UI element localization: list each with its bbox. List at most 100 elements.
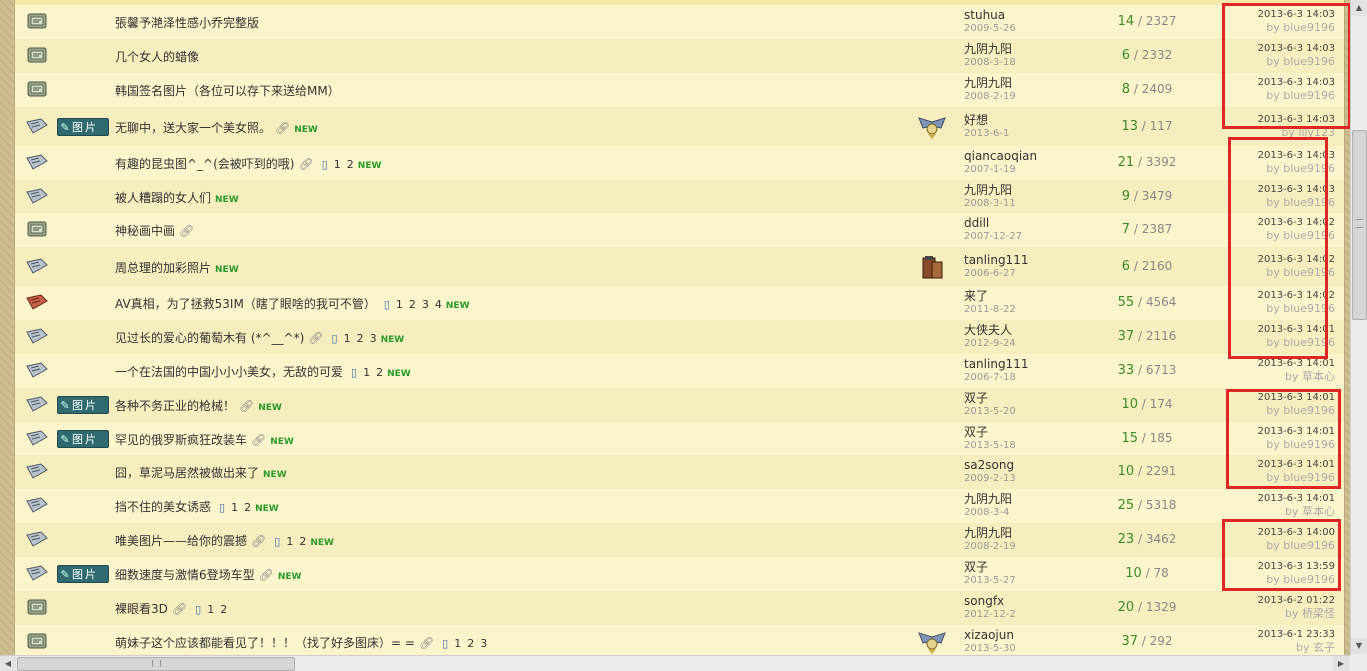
page-link[interactable]: 1	[344, 332, 351, 345]
last-poster-link[interactable]: blue9196	[1283, 266, 1335, 279]
table-row[interactable]: 囧，草泥马居然被做出来了 NEW sa2song 2009-2-13 10 / 2291…	[15, 455, 1344, 490]
thread-title-link[interactable]: 无聊中，送大家一个美女照。	[115, 121, 271, 135]
last-post-time[interactable]: 2013-6-2 01:22	[1215, 594, 1335, 607]
last-post-time[interactable]: 2013-6-3 14:03	[1215, 113, 1335, 126]
author-link[interactable]: 九阴九阳	[964, 492, 1012, 506]
last-post-time[interactable]: 2013-6-3 13:59	[1215, 560, 1335, 573]
last-poster-link[interactable]: blue9196	[1283, 196, 1335, 209]
last-poster-link[interactable]: lily123	[1298, 126, 1335, 139]
vertical-scroll-thumb[interactable]	[1352, 130, 1367, 320]
scroll-down-arrow-icon[interactable]: ▼	[1351, 638, 1367, 654]
thread-title-link[interactable]: 被人糟蹋的女人们	[115, 191, 211, 205]
page-link[interactable]: 2	[244, 501, 251, 514]
scroll-up-arrow-icon[interactable]: ▲	[1351, 0, 1367, 16]
table-row[interactable]: ✎ 图片 各种不务正业的枪械！ 🔗︎ NEW 双子 2013-5-20 10 / 174 201…	[15, 388, 1344, 423]
last-poster-link[interactable]: blue9196	[1283, 21, 1335, 34]
last-post-time[interactable]: 2013-6-3 14:03	[1215, 149, 1335, 162]
last-poster-link[interactable]: 玄子	[1313, 641, 1335, 654]
author-link[interactable]: tanling111	[964, 357, 1028, 371]
author-link[interactable]: ddill	[964, 216, 1022, 230]
table-row[interactable]: 一个在法国的中国小小小美女，无敌的可爱 ▯ 1 2 NEW tanling111 2006-…	[15, 354, 1344, 389]
page-link[interactable]: 1	[334, 158, 341, 171]
table-row[interactable]: ✎ 图片 无聊中，送大家一个美女照。 🔗︎ NEW 好想 2013-6-1 13 / 117 2…	[15, 107, 1344, 147]
last-post-time[interactable]: 2013-6-3 14:02	[1215, 216, 1335, 229]
last-poster-link[interactable]: 草本心	[1302, 370, 1335, 383]
thread-title-link[interactable]: 囧，草泥马居然被做出来了	[115, 466, 259, 480]
author-link[interactable]: xizaojun	[964, 628, 1016, 642]
author-link[interactable]: sa2song	[964, 458, 1016, 472]
thread-title-link[interactable]: 韩国签名图片（各位可以存下来送给MM）	[115, 84, 340, 98]
last-post-time[interactable]: 2013-6-3 14:02	[1215, 289, 1335, 302]
table-row[interactable]: 裸眼看3D 🔗︎ ▯ 1 2 songfx 2012-12-2 20 / 1329 2013-6…	[15, 591, 1344, 626]
last-poster-link[interactable]: 桥梁怪	[1302, 607, 1335, 620]
page-link[interactable]: 4	[435, 298, 442, 311]
thread-title-link[interactable]: 張馨予滟泽性感小乔完整版	[115, 16, 259, 30]
thread-title-link[interactable]: 见过长的爱心的葡萄木有 (*^__^*)	[115, 331, 304, 345]
table-row[interactable]: ✎ 图片 罕见的俄罗斯疯狂改装车 🔗︎ NEW 双子 2013-5-18 15 / 185 20…	[15, 422, 1344, 456]
last-post-time[interactable]: 2013-6-3 14:00	[1215, 526, 1335, 539]
table-row[interactable]: ✎ 图片 细数速度与激情6登场车型 🔗︎ NEW 双子 2013-5-27 10 / 78 20…	[15, 557, 1344, 592]
page-link[interactable]: 2	[467, 637, 474, 650]
page-link[interactable]: 1	[363, 366, 370, 379]
page-link[interactable]: 2	[347, 158, 354, 171]
last-poster-link[interactable]: blue9196	[1283, 404, 1335, 417]
page-link[interactable]: 1	[207, 603, 214, 616]
thread-title-link[interactable]: 周总理的加彩照片	[115, 261, 211, 275]
image-category-badge[interactable]: ✎ 图片	[57, 430, 109, 448]
thread-title-link[interactable]: 有趣的昆虫图^_^(会被吓到的哦)	[115, 157, 294, 171]
last-post-time[interactable]: 2013-6-3 14:03	[1215, 183, 1335, 196]
last-post-time[interactable]: 2013-6-3 14:03	[1215, 42, 1335, 55]
last-poster-link[interactable]: blue9196	[1283, 336, 1335, 349]
author-link[interactable]: 双子	[964, 391, 1016, 405]
horizontal-scrollbar[interactable]: ◀ ▶	[0, 655, 1350, 671]
table-row[interactable]: 挡不住的美女诱惑 ▯ 1 2 NEW 九阴九阳 2008-3-4 25 / 5318 2013-…	[15, 489, 1344, 524]
last-poster-link[interactable]: 草本心	[1302, 505, 1335, 518]
author-link[interactable]: 九阴九阳	[964, 183, 1016, 197]
last-post-time[interactable]: 2013-6-3 14:03	[1215, 76, 1335, 89]
last-poster-link[interactable]: blue9196	[1283, 89, 1335, 102]
image-category-badge[interactable]: ✎ 图片	[57, 396, 109, 414]
image-category-badge[interactable]: ✎ 图片	[57, 565, 109, 583]
last-poster-link[interactable]: blue9196	[1283, 229, 1335, 242]
author-link[interactable]: 九阴九阳	[964, 42, 1016, 56]
last-poster-link[interactable]: blue9196	[1283, 438, 1335, 451]
table-row[interactable]: 唯美图片——给你的震撼 🔗︎ ▯ 1 2 NEW 九阴九阳 2008-2-19 23 / 346…	[15, 523, 1344, 558]
author-link[interactable]: stuhua	[964, 8, 1016, 22]
author-link[interactable]: 双子	[964, 425, 1016, 439]
last-post-time[interactable]: 2013-6-3 14:01	[1215, 357, 1335, 370]
last-post-time[interactable]: 2013-6-1 23:33	[1215, 628, 1335, 641]
author-link[interactable]: qiancaoqian	[964, 149, 1037, 163]
horizontal-scroll-thumb[interactable]	[17, 657, 295, 671]
table-row[interactable]: 周总理的加彩照片 NEW tanling111 2006-6-27 6 / 2160 20…	[15, 247, 1344, 287]
page-link[interactable]: 1	[396, 298, 403, 311]
page-link[interactable]: 2	[357, 332, 364, 345]
thread-title-link[interactable]: 细数速度与激情6登场车型	[115, 568, 255, 582]
last-poster-link[interactable]: blue9196	[1283, 162, 1335, 175]
author-link[interactable]: 九阴九阳	[964, 526, 1016, 540]
page-link[interactable]: 3	[422, 298, 429, 311]
last-post-time[interactable]: 2013-6-3 14:01	[1215, 492, 1335, 505]
page-link[interactable]: 2	[376, 366, 383, 379]
author-link[interactable]: 大侠夫人	[964, 323, 1016, 337]
page-link[interactable]: 2	[299, 535, 306, 548]
scroll-left-arrow-icon[interactable]: ◀	[0, 656, 16, 671]
table-row[interactable]: 有趣的昆虫图^_^(会被吓到的哦) 🔗︎ ▯ 1 2 NEW qiancaoqian 2007…	[15, 146, 1344, 181]
last-post-time[interactable]: 2013-6-3 14:03	[1215, 8, 1335, 21]
last-poster-link[interactable]: blue9196	[1283, 573, 1335, 586]
last-post-time[interactable]: 2013-6-3 14:02	[1215, 253, 1335, 266]
page-link[interactable]: 3	[480, 637, 487, 650]
page-link[interactable]: 1	[454, 637, 461, 650]
last-post-time[interactable]: 2013-6-3 14:01	[1215, 391, 1335, 404]
scroll-right-arrow-icon[interactable]: ▶	[1333, 656, 1349, 671]
last-post-time[interactable]: 2013-6-3 14:01	[1215, 323, 1335, 336]
image-category-badge[interactable]: ✎ 图片	[57, 118, 109, 136]
table-row[interactable]: 被人糟蹋的女人们 NEW 九阴九阳 2008-3-11 9 / 3479 2013-6-3…	[15, 180, 1344, 214]
author-link[interactable]: 九阴九阳	[964, 76, 1016, 90]
last-poster-link[interactable]: blue9196	[1283, 471, 1335, 484]
table-row[interactable]: 萌妹子这个应该都能看见了！！！（找了好多图床）= = 🔗︎ ▯ 1 2 3 xizaojun…	[15, 625, 1344, 655]
author-link[interactable]: 双子	[964, 560, 1016, 574]
last-poster-link[interactable]: blue9196	[1283, 55, 1335, 68]
page-link[interactable]: 1	[286, 535, 293, 548]
author-link[interactable]: tanling111	[964, 253, 1028, 267]
thread-title-link[interactable]: 裸眼看3D	[115, 602, 168, 616]
